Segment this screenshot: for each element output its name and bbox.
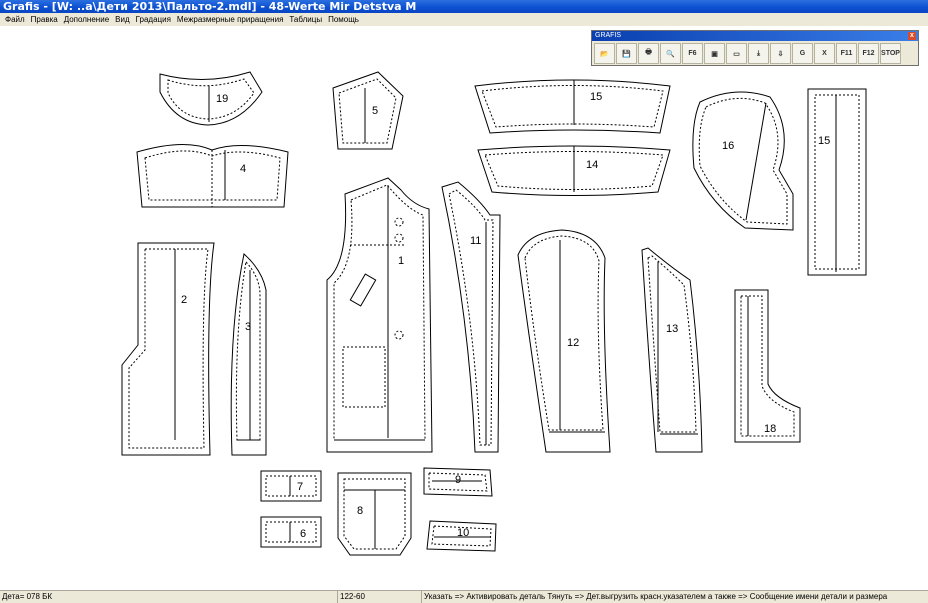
pattern-piece-9[interactable]: 9 xyxy=(423,467,493,497)
status-hint: Указать => Активировать деталь Тянуть =>… xyxy=(424,592,888,601)
status-detail: Детa= 078 БК xyxy=(0,591,338,603)
open-folder-icon[interactable]: 📂 xyxy=(594,43,615,64)
piece-label-5: 5 xyxy=(372,105,378,117)
pattern-piece-18[interactable]: 18 xyxy=(734,289,801,443)
x-icon[interactable]: X xyxy=(814,43,835,64)
f11-icon[interactable]: F11 xyxy=(836,43,857,64)
menu-help[interactable]: Помощь xyxy=(325,13,362,26)
ruler-icon[interactable]: ▭ xyxy=(726,43,747,64)
piece-label-8: 8 xyxy=(357,505,363,517)
piece-label-4: 4 xyxy=(240,163,246,175)
piece-label-13: 13 xyxy=(666,323,678,335)
zoom-icon[interactable]: 🔍 xyxy=(660,43,681,64)
piece-label-14: 14 xyxy=(586,159,598,171)
drawing-canvas[interactable]: 19 4 5 15 14 16 15 2 3 1 11 12 13 18 7 6… xyxy=(0,26,928,590)
menu-tables[interactable]: Таблицы xyxy=(286,13,325,26)
toolbar-title: GRAFIS x xyxy=(592,31,918,41)
pattern-piece-8[interactable]: 8 xyxy=(337,472,412,556)
f6-icon[interactable]: F6 xyxy=(682,43,703,64)
piece-label-6: 6 xyxy=(300,528,306,540)
import-icon[interactable]: ⇩ xyxy=(770,43,791,64)
download-icon[interactable]: ⤓ xyxy=(748,43,769,64)
piece-label-19: 19 xyxy=(216,93,228,105)
piece-label-3: 3 xyxy=(245,321,251,333)
piece-label-15a: 15 xyxy=(590,91,602,103)
pattern-piece-11[interactable]: 11 xyxy=(441,181,501,453)
pattern-piece-19[interactable]: 19 xyxy=(159,71,263,126)
grafis-toolbar[interactable]: GRAFIS x 📂 💾 🖶 🔍 F6 ▣ ▭ ⤓ ⇩ G X F11 F12 STOP xyxy=(591,30,919,66)
piece-label-12: 12 xyxy=(567,337,579,349)
status-bar: Детa= 078 БК 122-60 Указать => Активиров… xyxy=(0,590,928,603)
pattern-piece-1[interactable]: 1 xyxy=(326,177,433,453)
pattern-piece-15-tall[interactable]: 15 xyxy=(807,88,867,276)
f12-icon[interactable]: F12 xyxy=(858,43,879,64)
pattern-piece-3[interactable]: 3 xyxy=(230,253,267,456)
piece-label-7: 7 xyxy=(297,481,303,493)
close-icon[interactable]: x xyxy=(908,32,916,40)
piece-label-18: 18 xyxy=(764,423,776,435)
menu-grading[interactable]: Градация xyxy=(133,13,174,26)
menu-view[interactable]: Вид xyxy=(112,13,132,26)
menu-increments[interactable]: Межразмерные приращения xyxy=(174,13,287,26)
status-coordinates: 122-60 xyxy=(338,591,422,603)
menu-edit[interactable]: Правка xyxy=(28,13,61,26)
pattern-piece-7[interactable]: 7 xyxy=(260,470,322,502)
piece-label-2: 2 xyxy=(181,294,187,306)
stop-icon[interactable]: STOP xyxy=(880,43,901,64)
piece-label-1: 1 xyxy=(398,255,404,267)
copy-icon[interactable]: ▣ xyxy=(704,43,725,64)
pattern-piece-6[interactable]: 6 xyxy=(260,516,322,548)
piece-label-15b: 15 xyxy=(818,135,830,147)
g-icon[interactable]: G xyxy=(792,43,813,64)
pattern-piece-14[interactable]: 14 xyxy=(477,145,671,196)
window-title: Grafis - [W: ..a\Дети 2013\Пальто-2.mdl]… xyxy=(0,0,928,13)
menu-file[interactable]: Файл xyxy=(2,13,28,26)
pattern-piece-12[interactable]: 12 xyxy=(517,229,611,453)
piece-label-10: 10 xyxy=(457,527,469,539)
piece-label-9: 9 xyxy=(455,474,461,486)
pattern-piece-10[interactable]: 10 xyxy=(426,520,497,552)
piece-label-11: 11 xyxy=(470,235,481,247)
pattern-piece-13[interactable]: 13 xyxy=(641,247,703,453)
pattern-piece-5[interactable]: 5 xyxy=(332,71,404,150)
menu-addition[interactable]: Дополнение xyxy=(61,13,112,26)
menu-bar: Файл Правка Дополнение Вид Градация Межр… xyxy=(0,13,928,26)
pattern-piece-16[interactable]: 16 xyxy=(692,91,794,231)
pattern-piece-2[interactable]: 2 xyxy=(121,242,215,456)
save-icon[interactable]: 💾 xyxy=(616,43,637,64)
pattern-piece-15-band[interactable]: 15 xyxy=(474,79,671,134)
piece-label-16: 16 xyxy=(722,140,734,152)
pattern-piece-4[interactable]: 4 xyxy=(136,143,289,208)
print-icon[interactable]: 🖶 xyxy=(638,43,659,64)
